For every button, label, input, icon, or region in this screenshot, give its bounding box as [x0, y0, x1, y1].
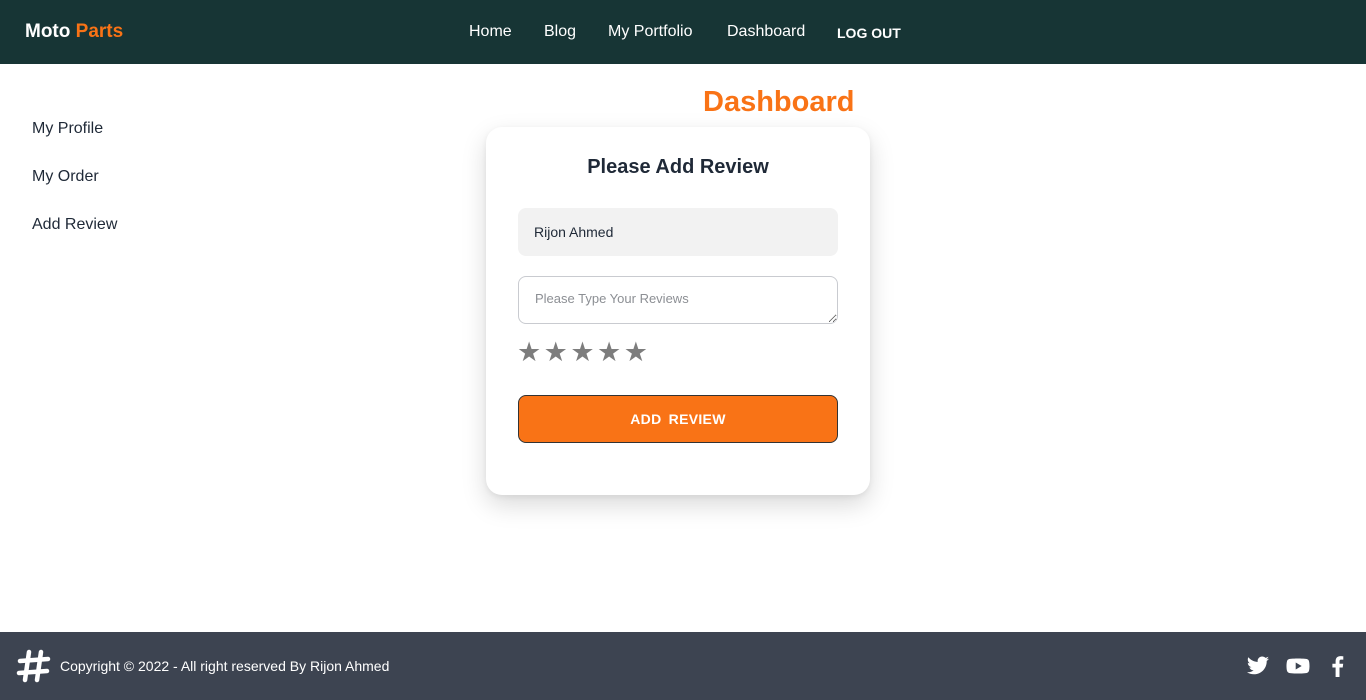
star-rating: ★ ★ ★ ★ ★: [517, 338, 648, 368]
brand-primary: Moto: [25, 21, 71, 42]
sidebar-item-add-review[interactable]: Add Review: [32, 216, 117, 234]
facebook-icon[interactable]: [1326, 654, 1350, 678]
hashtag-logo-icon: [16, 649, 51, 683]
star-icon[interactable]: ★: [517, 338, 541, 368]
sidebar-item-my-profile[interactable]: My Profile: [32, 120, 103, 138]
review-text-field[interactable]: [518, 276, 838, 324]
nav-dashboard-link[interactable]: Dashboard: [727, 23, 805, 41]
nav-portfolio-link[interactable]: My Portfolio: [608, 23, 692, 41]
star-icon[interactable]: ★: [597, 338, 621, 368]
brand-accent: Parts: [75, 21, 124, 42]
add-review-card: Please Add Review ★ ★ ★ ★ ★ ADD REVIEW: [486, 127, 870, 495]
star-icon[interactable]: ★: [544, 338, 568, 368]
card-title: Please Add Review: [587, 156, 769, 178]
nav-home-link[interactable]: Home: [469, 23, 512, 41]
top-navbar: Moto Parts Home Blog My Portfolio Dashbo…: [0, 0, 1366, 64]
page-title: Dashboard: [703, 86, 855, 118]
sidebar-item-my-order[interactable]: My Order: [32, 168, 99, 186]
add-review-button[interactable]: ADD REVIEW: [518, 395, 838, 443]
star-icon[interactable]: ★: [570, 338, 594, 368]
brand-logo[interactable]: Moto Parts: [25, 21, 123, 43]
logout-button[interactable]: LOG OUT: [837, 25, 901, 41]
copyright-text: Copyright © 2022 - All right reserved By…: [60, 658, 390, 674]
nav-blog-link[interactable]: Blog: [544, 23, 576, 41]
reviewer-name-field[interactable]: [518, 208, 838, 256]
page-footer: Copyright © 2022 - All right reserved By…: [0, 632, 1366, 700]
twitter-icon[interactable]: [1246, 654, 1270, 678]
star-icon[interactable]: ★: [624, 338, 648, 368]
youtube-icon[interactable]: [1286, 654, 1310, 678]
